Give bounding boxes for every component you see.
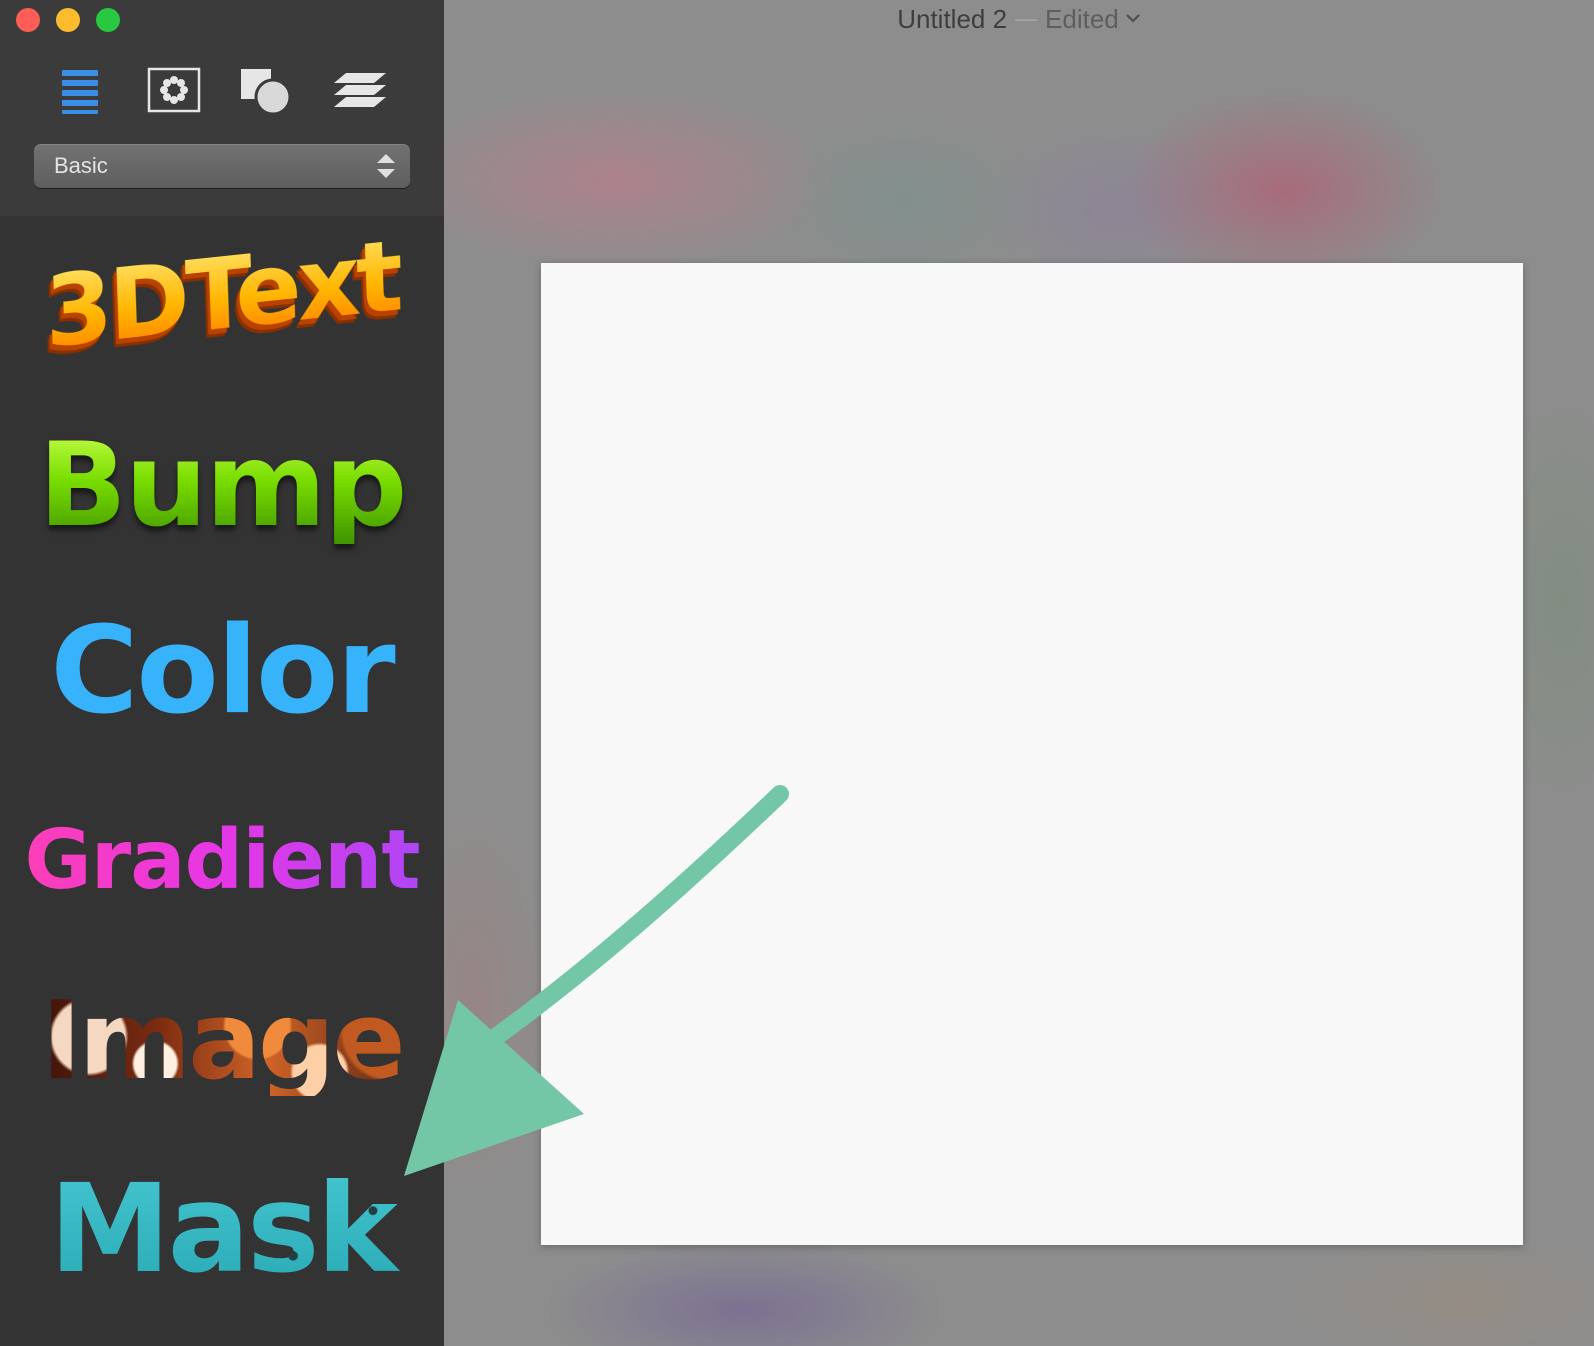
- style-item-gradient[interactable]: Gradient: [0, 820, 444, 902]
- style-item-mask[interactable]: Mask: [0, 1168, 444, 1290]
- document-name: Untitled 2: [897, 4, 1008, 34]
- layers-tab-button[interactable]: [330, 62, 390, 118]
- window-zoom-button[interactable]: [96, 8, 120, 32]
- chevron-down-icon: [1126, 14, 1140, 23]
- window-minimize-button[interactable]: [56, 8, 80, 32]
- style-item-bump[interactable]: Bump: [0, 428, 444, 544]
- list-icon: [62, 70, 98, 114]
- sidebar: Basic 3DText Bump Color Gradient Image M…: [0, 0, 444, 1346]
- preset-select[interactable]: Basic: [34, 144, 410, 188]
- document-status: Edited: [1045, 4, 1119, 34]
- effects-icon: [147, 67, 201, 113]
- window-title[interactable]: Untitled 2 — Edited: [444, 4, 1594, 35]
- preset-select-value: Basic: [54, 153, 108, 178]
- list-tab-button[interactable]: [50, 62, 110, 118]
- sidebar-header: Basic: [0, 0, 444, 216]
- style-item-color[interactable]: Color: [0, 612, 444, 732]
- style-item-3dtext[interactable]: 3DText: [0, 219, 444, 370]
- effects-tab-button[interactable]: [144, 62, 204, 118]
- style-item-image[interactable]: Image: [0, 988, 444, 1096]
- up-down-chevron-icon: [377, 154, 395, 178]
- document-area: Untitled 2 — Edited: [444, 0, 1594, 1346]
- window-close-button[interactable]: [16, 8, 40, 32]
- document-canvas[interactable]: [541, 263, 1523, 1245]
- shapes-tab-button[interactable]: [236, 62, 296, 118]
- title-separator: —: [1015, 6, 1038, 31]
- layers-icon: [334, 73, 386, 107]
- shapes-icon: [241, 69, 292, 115]
